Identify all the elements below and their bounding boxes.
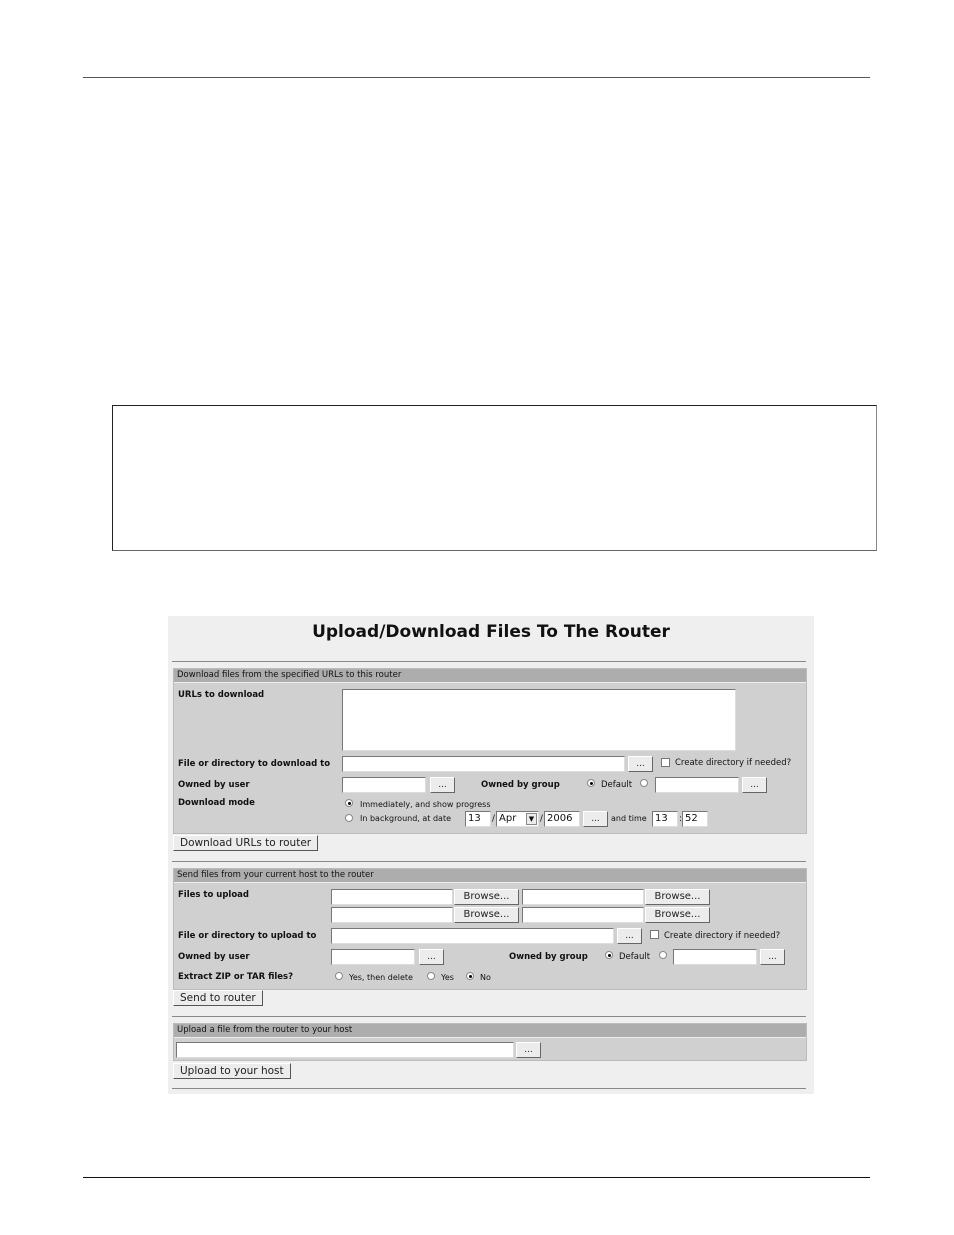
date-separator: / [492,814,495,824]
download-urls-button[interactable]: Download URLs to router [173,835,319,851]
upload-to-host-button[interactable]: Upload to your host [173,1063,291,1079]
page-footer-rule [83,1177,870,1178]
download-dest-input[interactable] [342,756,625,772]
chevron-down-icon[interactable]: ▼ [526,813,537,825]
upload-dest-browse-button[interactable]: ... [617,928,642,944]
upload-create-dir-label: Create directory if needed? [664,931,781,941]
download-section-header: Download files from the specified URLs t… [174,669,806,683]
date-day-input[interactable]: 13 [465,811,491,827]
upload-create-dir-checkbox[interactable] [650,930,659,939]
extract-no-label: No [480,973,491,982]
extract-yes-delete-radio[interactable] [335,972,343,980]
upload-group-default-radio[interactable] [605,951,613,959]
extract-no-radio[interactable] [466,972,474,980]
download-group-custom-radio[interactable] [640,779,648,787]
extract-yes-radio[interactable] [427,972,435,980]
upload-section-header: Upload a file from the router to your ho… [174,1024,806,1038]
extract-yes-label: Yes [441,973,454,982]
send-section: Send files from your current host to the… [173,868,807,990]
divider [172,861,806,862]
upload-dest-label: File or directory to upload to [178,931,317,941]
upload-file-input-4[interactable] [522,907,644,923]
divider [172,1088,806,1089]
mode-background-radio[interactable] [345,814,353,822]
download-create-dir-checkbox[interactable] [661,758,670,767]
mode-immediate-radio[interactable] [345,799,353,807]
divider [172,661,806,662]
download-dest-label: File or directory to download to [178,759,331,769]
browse-button-3[interactable]: Browse... [454,907,519,923]
mode-background-label: In background, at date [360,814,451,823]
date-separator: / [540,814,543,824]
upload-group-browse-button[interactable]: ... [760,949,785,965]
figure-box [112,405,877,551]
urls-textarea[interactable] [342,689,736,751]
upload-group-custom-radio[interactable] [659,951,667,959]
download-owned-user-browse-button[interactable]: ... [430,777,455,793]
upload-owned-user-browse-button[interactable]: ... [419,949,444,965]
time-minute-input[interactable]: 52 [682,811,708,827]
router-file-path-input[interactable] [176,1042,514,1058]
upload-file-input-1[interactable] [331,889,453,905]
divider [172,1016,806,1017]
download-group-input[interactable] [655,777,739,793]
download-owned-user-label: Owned by user [178,780,250,790]
upload-owned-user-input[interactable] [331,949,415,965]
and-time-label: and time [611,814,647,823]
download-group-default-label: Default [601,780,633,790]
file-manager-screenshot: Upload/Download Files To The Router Down… [168,616,814,1094]
upload-dest-input[interactable] [331,928,614,944]
extract-yes-delete-label: Yes, then delete [349,973,413,982]
upload-file-input-2[interactable] [522,889,644,905]
extract-label: Extract ZIP or TAR files? [178,972,294,982]
urls-label: URLs to download [178,690,265,700]
browse-button-2[interactable]: Browse... [645,889,710,905]
mode-immediate-label: Immediately, and show progress [360,800,491,809]
upload-file-input-3[interactable] [331,907,453,923]
page-header-rule [83,77,870,78]
files-to-upload-label: Files to upload [178,890,249,900]
download-dest-browse-button[interactable]: ... [628,756,653,772]
browse-button-1[interactable]: Browse... [454,889,519,905]
download-group-default-radio[interactable] [587,779,595,787]
page-title: Upload/Download Files To The Router [312,622,670,642]
download-owned-group-label: Owned by group [481,780,560,790]
date-picker-button[interactable]: ... [583,811,608,827]
download-owned-user-input[interactable] [342,777,426,793]
send-section-header: Send files from your current host to the… [174,869,806,883]
download-section: Download files from the specified URLs t… [173,668,807,834]
upload-group-default-label: Default [619,952,651,962]
download-mode-label: Download mode [178,798,255,808]
time-hour-input[interactable]: 13 [652,811,678,827]
date-year-input[interactable]: 2006 [544,811,580,827]
router-file-browse-button[interactable]: ... [516,1042,541,1058]
upload-owned-group-label: Owned by group [509,952,588,962]
browse-button-4[interactable]: Browse... [645,907,710,923]
upload-owned-user-label: Owned by user [178,952,250,962]
upload-section: Upload a file from the router to your ho… [173,1023,807,1061]
send-to-router-button[interactable]: Send to router [173,990,263,1006]
upload-group-input[interactable] [673,949,757,965]
download-create-dir-label: Create directory if needed? [675,758,792,768]
download-group-browse-button[interactable]: ... [742,777,767,793]
